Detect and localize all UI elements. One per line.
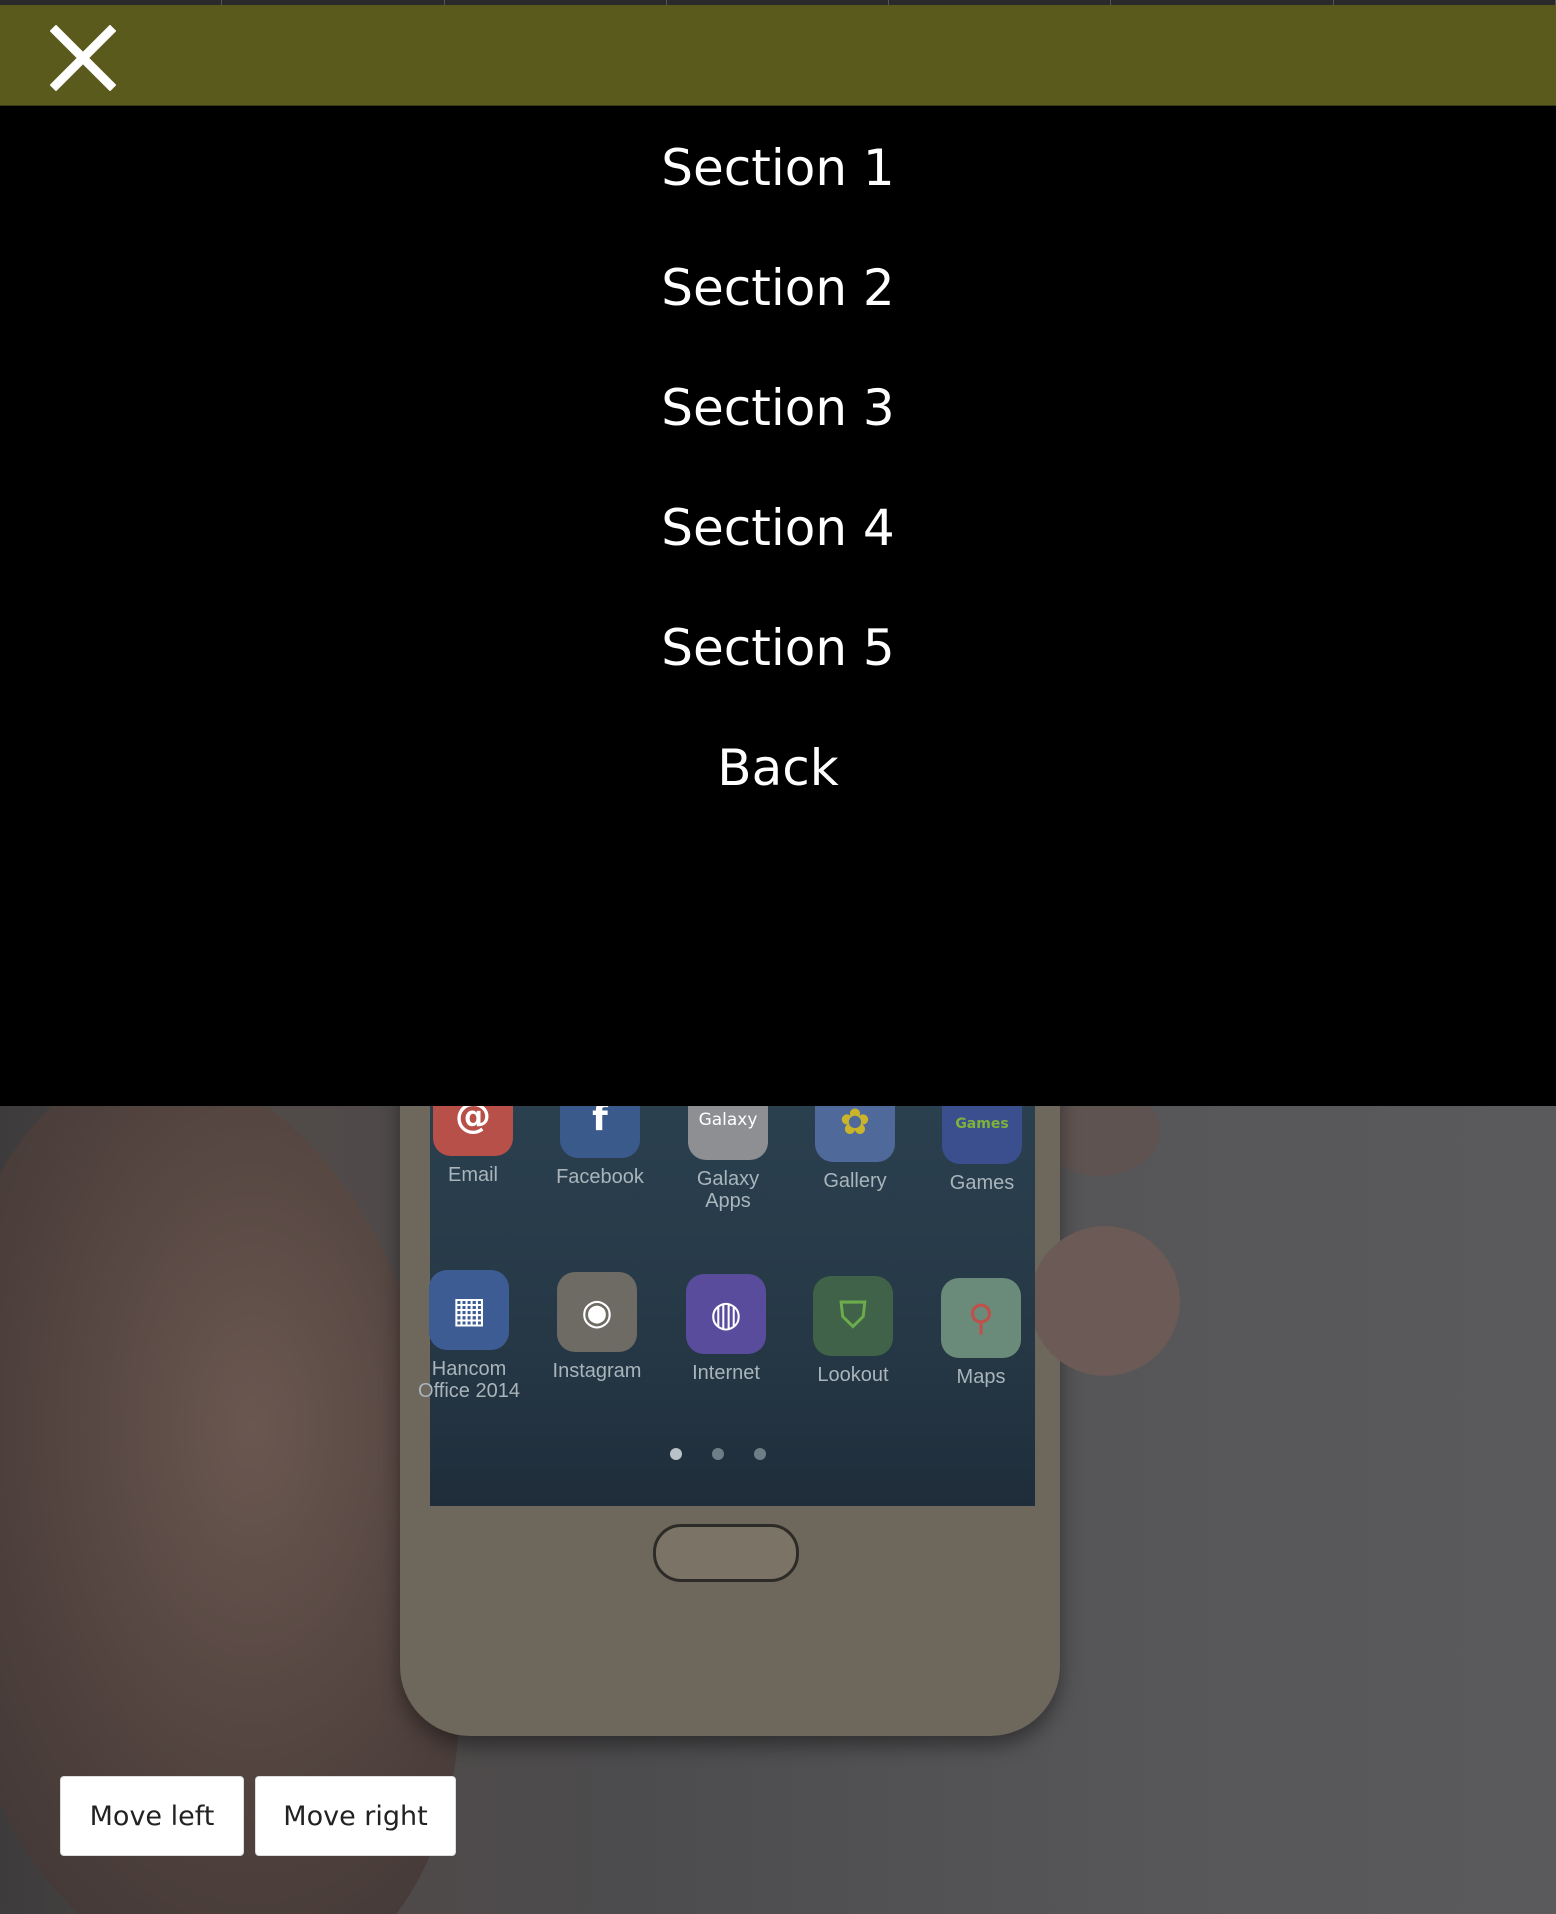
hancom-office-icon: ▦ <box>429 1270 509 1350</box>
close-icon <box>49 24 117 92</box>
app-instagram: ◉ Instagram <box>542 1272 652 1382</box>
app-internet: ◍ Internet <box>671 1274 781 1384</box>
close-button[interactable] <box>49 24 117 92</box>
phone-home-button <box>653 1524 799 1582</box>
app-maps: ⚲ Maps <box>926 1278 1036 1388</box>
app-games: Games Games <box>927 1106 1037 1194</box>
menu-item-section-2[interactable]: Section 2 <box>0 258 1556 318</box>
instagram-icon: ◉ <box>557 1272 637 1352</box>
galaxy-apps-icon: Galaxy <box>688 1106 768 1160</box>
app-lookout: ⛉ Lookout <box>798 1276 908 1386</box>
lookout-icon: ⛉ <box>813 1276 893 1356</box>
menu-header <box>0 5 1556 106</box>
app-hancom-office: ▦ Hancom Office 2014 <box>414 1270 524 1402</box>
internet-icon: ◍ <box>686 1274 766 1354</box>
page-indicator <box>670 1448 766 1460</box>
email-icon: @ <box>433 1106 513 1156</box>
app-gallery: ✿ Gallery <box>800 1106 910 1192</box>
app-galaxy-apps: Galaxy Galaxy Apps <box>673 1106 783 1212</box>
section-menu: Section 1 Section 2 Section 3 Section 4 … <box>0 106 1556 1106</box>
gallery-icon: ✿ <box>815 1106 895 1162</box>
menu-item-back[interactable]: Back <box>0 738 1556 798</box>
move-left-button[interactable]: Move left <box>60 1776 244 1856</box>
menu-item-section-3[interactable]: Section 3 <box>0 378 1556 438</box>
games-icon: Games <box>942 1106 1022 1164</box>
maps-icon: ⚲ <box>941 1278 1021 1358</box>
app-facebook: f Facebook <box>545 1106 655 1188</box>
move-right-button[interactable]: Move right <box>255 1776 456 1856</box>
app-email: @ Email <box>418 1106 528 1186</box>
menu-item-section-5[interactable]: Section 5 <box>0 618 1556 678</box>
menu-item-section-1[interactable]: Section 1 <box>0 138 1556 198</box>
facebook-icon: f <box>560 1106 640 1158</box>
menu-item-section-4[interactable]: Section 4 <box>0 498 1556 558</box>
